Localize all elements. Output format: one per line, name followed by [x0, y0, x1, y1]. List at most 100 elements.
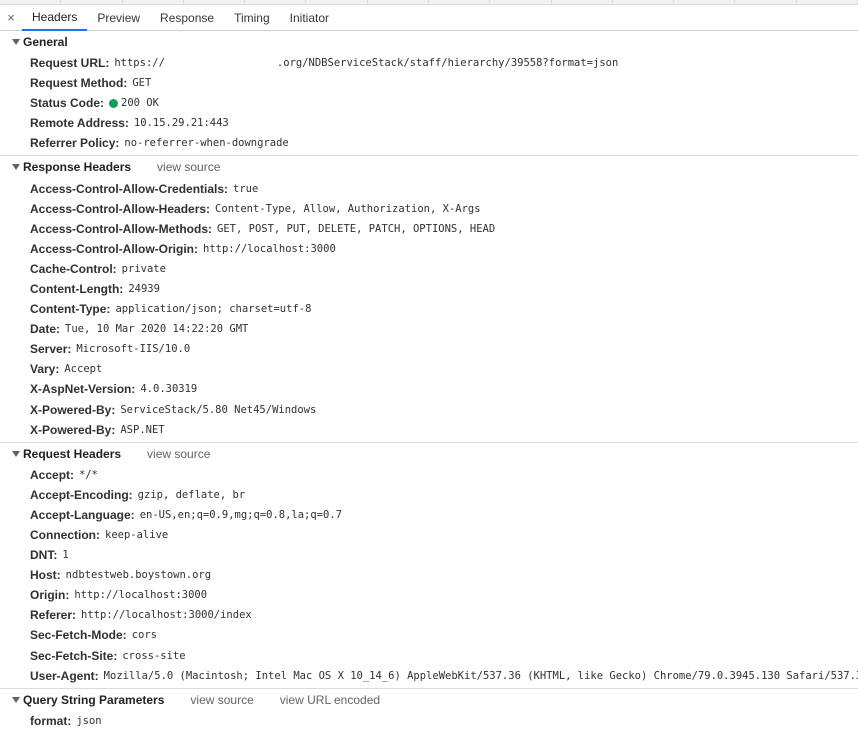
header-row: X-AspNet-Version: 4.0.30319 — [0, 379, 858, 399]
header-value: cross-site — [122, 649, 186, 662]
header-value: http://localhost:3000 — [74, 589, 208, 602]
header-key: Remote Address: — [30, 116, 129, 131]
header-row-referrer-policy: Referrer Policy: no-referrer-when-downgr… — [0, 133, 858, 153]
header-row: Host: ndbtestweb.boystown.org — [0, 565, 858, 585]
header-value: Content-Type, Allow, Authorization, X-Ar… — [215, 202, 481, 215]
header-row: Connection: keep-alive — [0, 525, 858, 545]
header-key: Request URL: — [30, 56, 110, 71]
header-row: User-Agent: Mozilla/5.0 (Macintosh; Intel… — [0, 666, 858, 686]
tab-response[interactable]: Response — [150, 5, 224, 30]
header-key: Host: — [30, 568, 61, 583]
header-row: Sec-Fetch-Site: cross-site — [0, 646, 858, 666]
tab-headers[interactable]: Headers — [22, 5, 88, 31]
header-key: X-Powered-By: — [30, 422, 116, 437]
header-row: Content-Length: 24939 — [0, 279, 858, 299]
triangle-down-icon — [12, 450, 20, 457]
header-value: gzip, deflate, br — [137, 488, 246, 501]
header-value: GET, POST, PUT, DELETE, PATCH, OPTIONS, … — [217, 222, 496, 235]
header-key: Sec-Fetch-Site: — [30, 648, 118, 663]
close-icon[interactable]: × — [0, 5, 22, 30]
request-headers-section: Request Headers view source Accept: */* A… — [0, 443, 858, 689]
header-value: Mozilla/5.0 (Macintosh; Intel Mac OS X 1… — [103, 669, 858, 682]
header-key: User-Agent: — [30, 668, 99, 683]
header-key: format: — [30, 713, 72, 728]
header-value: 4.0.30319 — [140, 383, 198, 396]
header-row: Origin: http://localhost:3000 — [0, 585, 858, 605]
header-value: 200 OK — [121, 97, 159, 110]
header-key: Access-Control-Allow-Methods: — [30, 221, 213, 236]
tab-preview[interactable]: Preview — [87, 5, 150, 30]
header-value: keep-alive — [105, 529, 169, 542]
view-source-link[interactable]: view source — [157, 160, 220, 174]
header-value-url-prefix: https:// — [114, 57, 165, 70]
header-value: 24939 — [128, 282, 160, 295]
header-key: Referer: — [30, 608, 77, 623]
header-key: Connection: — [30, 528, 100, 543]
header-value: en-US,en;q=0.9,mg;q=0.8,la;q=0.7 — [139, 508, 342, 521]
section-title: Query String Parameters — [23, 692, 165, 707]
header-row-request-method: Request Method: GET — [0, 73, 858, 93]
query-string-section-header[interactable]: Query String Parameters view source view… — [0, 689, 858, 711]
header-value: private — [121, 262, 166, 275]
header-row: Access-Control-Allow-Methods: GET, POST, … — [0, 219, 858, 239]
request-headers-section-header[interactable]: Request Headers view source — [0, 443, 858, 465]
view-source-link[interactable]: view source — [190, 693, 253, 707]
view-source-link[interactable]: view source — [147, 447, 210, 461]
header-value: cors — [131, 629, 157, 642]
general-section: General Request URL: https:// .org/NDBSer… — [0, 31, 858, 157]
header-key: Server: — [30, 342, 72, 357]
header-key: Sec-Fetch-Mode: — [30, 628, 127, 643]
header-row: Access-Control-Allow-Headers: Content-Typ… — [0, 199, 858, 219]
header-row: Cache-Control: private — [0, 259, 858, 279]
header-key: Accept-Encoding: — [30, 487, 133, 502]
header-value: ServiceStack/5.80 Net45/Windows — [120, 403, 317, 416]
header-row: Vary: Accept — [0, 359, 858, 379]
header-key: X-AspNet-Version: — [30, 382, 136, 397]
header-value: http://localhost:3000 — [203, 242, 336, 255]
header-key: Cache-Control: — [30, 261, 117, 276]
tab-timing[interactable]: Timing — [224, 5, 280, 30]
view-url-encoded-link[interactable]: view URL encoded — [280, 693, 380, 707]
header-key: Origin: — [30, 588, 70, 603]
header-key: Accept: — [30, 467, 75, 482]
header-row: format: json — [0, 711, 858, 731]
header-row: Server: Microsoft-IIS/10.0 — [0, 339, 858, 359]
response-headers-section-header[interactable]: Response Headers view source — [0, 156, 858, 178]
section-title: General — [23, 35, 68, 49]
header-key: Access-Control-Allow-Headers: — [30, 201, 211, 216]
status-dot-icon — [109, 98, 119, 108]
header-value: Tue, 10 Mar 2020 14:22:20 GMT — [65, 323, 249, 336]
header-value: json — [76, 714, 102, 727]
header-value: true — [233, 182, 259, 195]
header-row-status-code: Status Code: 200 OK — [0, 93, 858, 113]
header-row: Content-Type: application/json; charset=u… — [0, 299, 858, 319]
header-key: X-Powered-By: — [30, 402, 116, 417]
header-key: Content-Type: — [30, 302, 111, 317]
header-value: ASP.NET — [120, 423, 165, 436]
header-key: Access-Control-Allow-Credentials: — [30, 181, 229, 196]
header-key: Vary: — [30, 362, 60, 377]
header-value: GET — [132, 77, 152, 90]
tab-bar: × Headers Preview Response Timing Initia… — [0, 5, 858, 31]
header-key: Content-Length: — [30, 281, 124, 296]
header-key: Request Method: — [30, 76, 128, 91]
header-value: 1 — [62, 549, 69, 562]
general-section-header[interactable]: General — [0, 31, 858, 53]
header-row: Accept: */* — [0, 465, 858, 485]
header-row: Access-Control-Allow-Credentials: true — [0, 178, 858, 198]
header-row: Accept-Language: en-US,en;q=0.9,mg;q=0.8,… — [0, 505, 858, 525]
tab-initiator[interactable]: Initiator — [280, 5, 339, 30]
triangle-down-icon — [12, 39, 20, 45]
header-value: Microsoft-IIS/10.0 — [76, 343, 191, 356]
headers-content: General Request URL: https:// .org/NDBSer… — [0, 31, 858, 733]
header-key: Date: — [30, 322, 61, 337]
header-row: Sec-Fetch-Mode: cors — [0, 625, 858, 645]
header-row: Accept-Encoding: gzip, deflate, br — [0, 485, 858, 505]
query-string-section: Query String Parameters view source view… — [0, 689, 858, 733]
header-row: Date: Tue, 10 Mar 2020 14:22:20 GMT — [0, 319, 858, 339]
header-value: ndbtestweb.boystown.org — [65, 569, 212, 582]
triangle-down-icon — [12, 164, 20, 171]
header-key: Referrer Policy: — [30, 136, 120, 151]
header-value-url-suffix: .org/NDBServiceStack/staff/hierarchy/395… — [276, 57, 619, 70]
header-row: Access-Control-Allow-Origin: http://local… — [0, 239, 858, 259]
